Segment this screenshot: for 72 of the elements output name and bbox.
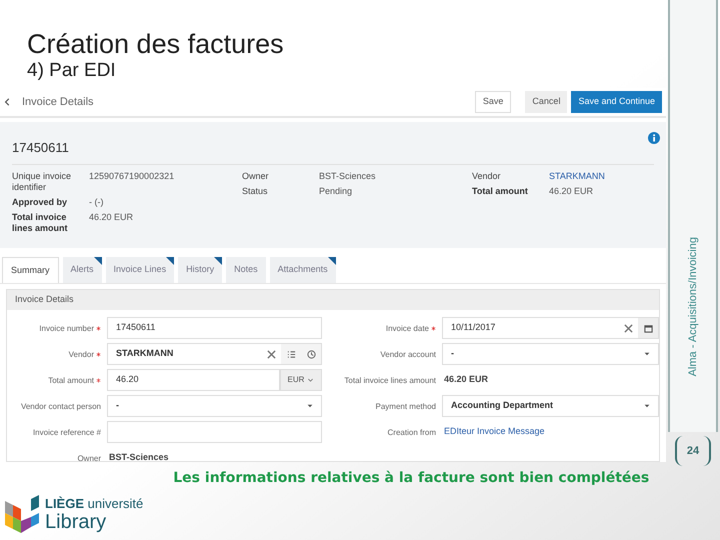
clock-icon[interactable] (306, 350, 316, 358)
summary-value: BST-Sciences (319, 170, 376, 182)
field-label: Invoice date (386, 324, 429, 332)
summary-value: Pending (319, 186, 352, 196)
summary-value: 46.20 EUR (549, 186, 594, 196)
amount-field[interactable]: 46.20 (107, 369, 280, 391)
page-number: 24 (675, 436, 711, 466)
calendar-icon[interactable] (644, 324, 652, 332)
field-label: Invoice number (39, 324, 94, 332)
vendor-link[interactable]: STARKMANN (549, 170, 605, 182)
corner-flag-icon (166, 257, 174, 265)
text-field[interactable]: 17450611 (107, 317, 322, 339)
date-field[interactable]: 10/11/2017 (442, 317, 659, 339)
page-title: Invoice Details (22, 94, 95, 110)
invoice-number-heading: 17450611 (12, 138, 654, 164)
summary-label: Status (242, 186, 269, 196)
tab[interactable]: Invoice Lines (106, 257, 174, 283)
slide-caption: Les informations relatives à la facture sont bien complétées (173, 469, 650, 488)
text-field[interactable] (107, 421, 322, 443)
message-link[interactable]: EDIteur Invoice Message (442, 425, 545, 439)
dropdown-field[interactable]: - (442, 343, 659, 365)
info-icon[interactable] (648, 132, 660, 144)
field-label: Owner (77, 454, 101, 461)
list-icon[interactable] (286, 350, 296, 358)
caret-down-icon (307, 403, 313, 409)
field-label: Vendor (68, 350, 94, 358)
corner-flag-icon (94, 257, 102, 265)
back-chevron-icon[interactable] (4, 97, 12, 107)
field-label: Creation from (388, 428, 436, 436)
cube-logo-icon (5, 495, 41, 535)
tab[interactable]: Summary (2, 257, 59, 283)
tab[interactable]: History (178, 257, 222, 283)
summary-value: 12590767190002321 (89, 170, 174, 182)
summary-label: Owner (242, 170, 270, 182)
corner-flag-icon (328, 257, 336, 265)
summary-label: Total invoice lines amount (12, 212, 69, 234)
caret-down-icon (644, 351, 650, 357)
summary-label: Approved by (12, 196, 68, 208)
tab[interactable]: Notes (226, 257, 266, 283)
summary-label: Vendor (472, 170, 502, 182)
clear-icon[interactable] (266, 350, 276, 358)
summary-label: Total amount (472, 186, 529, 196)
summary-label: Unique invoice identifier (12, 170, 72, 192)
caret-down-icon (644, 403, 650, 409)
slide-title: Création des factures (27, 28, 285, 60)
field-label: Total invoice lines amount (344, 376, 436, 384)
toolbar-button[interactable]: Save (474, 91, 512, 113)
currency-dropdown[interactable]: EUR (280, 369, 322, 391)
field-value: 46.20 EUR (443, 373, 488, 386)
chevron-down-icon (307, 376, 314, 384)
dropdown-field[interactable]: Accounting Department (442, 395, 659, 417)
slide-subtitle: 4) Par EDI (27, 60, 117, 82)
toolbar-button[interactable]: Cancel (525, 91, 568, 113)
vendor-field[interactable]: STARKMANN (107, 343, 322, 365)
summary-value: 46.20 EUR (89, 212, 134, 224)
field-label: Invoice reference # (32, 428, 101, 436)
field-label: Vendor account (380, 350, 436, 358)
university-name: LIÈGE université (45, 497, 144, 511)
dropdown-field[interactable]: - (107, 395, 322, 417)
corner-flag-icon (214, 257, 222, 265)
field-value: BST-Sciences (108, 451, 169, 461)
tab[interactable]: Alerts (62, 257, 102, 283)
clear-icon[interactable] (624, 324, 632, 332)
side-label: Alma - Acquisitions/Invoicing (686, 236, 700, 376)
tab[interactable]: Attachments (270, 257, 336, 283)
field-label: Vendor contact person (20, 402, 101, 410)
field-label: Total amount (48, 376, 94, 384)
library-name: Library (45, 511, 108, 533)
section-title: Invoice Details (15, 293, 74, 306)
toolbar-button[interactable]: Save and Continue (571, 91, 662, 113)
summary-value: - (-) (89, 196, 104, 208)
field-label: Payment method (376, 402, 436, 410)
